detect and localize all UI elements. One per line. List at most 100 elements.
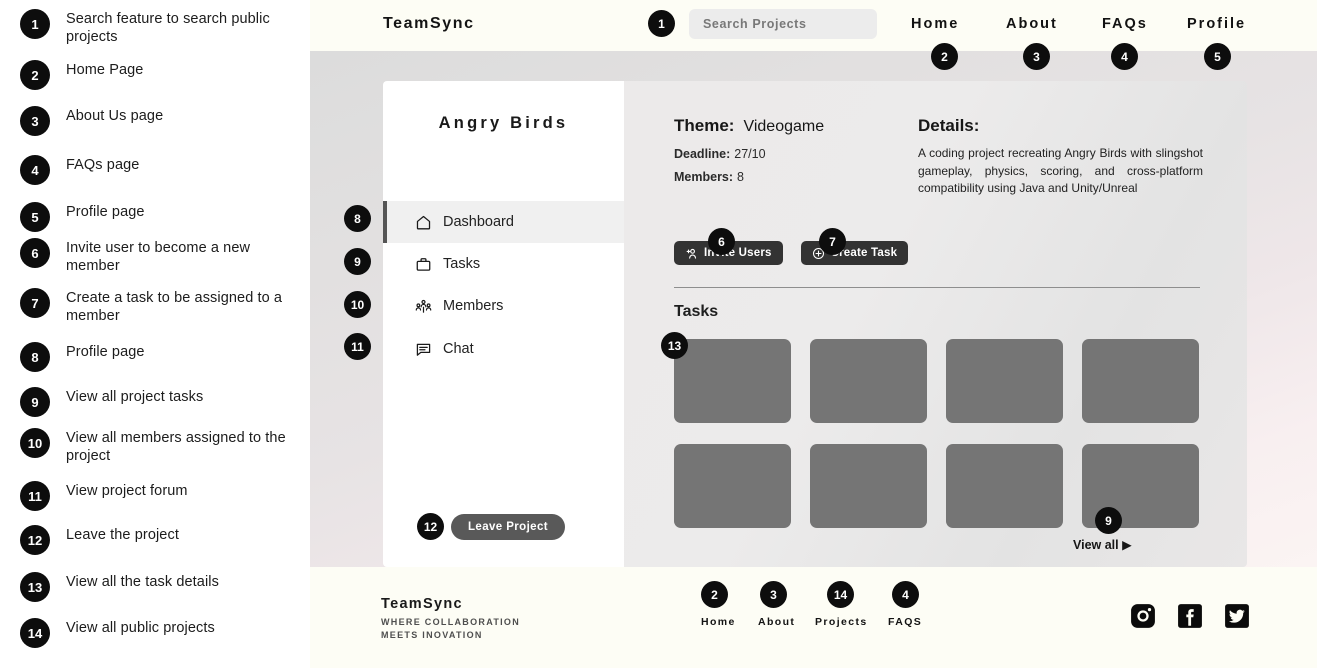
legend-badge-6: 6 bbox=[20, 238, 50, 268]
callout-badge-4: 4 bbox=[1111, 43, 1138, 70]
legend-badge-8: 8 bbox=[20, 342, 50, 372]
brand-logo[interactable]: TeamSync bbox=[383, 15, 475, 33]
footer-link-projects[interactable]: Projects bbox=[815, 616, 868, 628]
create-task-button[interactable]: Create Task bbox=[800, 241, 909, 265]
instagram-icon[interactable] bbox=[1130, 603, 1156, 629]
mockup-root: 1 Search feature to search public project… bbox=[0, 0, 1317, 668]
sidebar-item-chat[interactable]: Chat bbox=[383, 328, 624, 370]
legend-item-7: 7 Create a task to be assigned to a membe… bbox=[20, 288, 310, 325]
annotation-legend: 1 Search feature to search public project… bbox=[0, 0, 310, 668]
top-navigation-bar: TeamSync Home About FAQs Profile bbox=[310, 0, 1317, 51]
legend-item-4: 4 FAQs page bbox=[20, 155, 310, 185]
legend-badge-2: 2 bbox=[20, 60, 50, 90]
callout-badge-3f: 3 bbox=[760, 581, 787, 608]
legend-badge-9: 9 bbox=[20, 387, 50, 417]
legend-label: View all members assigned to the project bbox=[66, 430, 286, 464]
legend-badge-7: 7 bbox=[20, 288, 50, 318]
legend-badge-1: 1 bbox=[20, 9, 50, 39]
person-plus-icon bbox=[685, 247, 698, 260]
tasks-heading: Tasks bbox=[674, 303, 719, 320]
project-sidebar: Angry Birds Leave Project Dashboard Tasks… bbox=[383, 81, 624, 567]
footer-link-about[interactable]: About bbox=[758, 616, 795, 628]
theme-value: Videogame bbox=[743, 118, 825, 135]
callout-badge-9b: 9 bbox=[1095, 507, 1122, 534]
task-card[interactable] bbox=[810, 444, 927, 528]
callout-badge-13: 13 bbox=[661, 332, 688, 359]
project-main: Theme: Videogame Deadline: 27/10 Members: 8… bbox=[624, 81, 1247, 567]
task-card[interactable] bbox=[946, 444, 1063, 528]
legend-item-14: 14 View all public projects bbox=[20, 618, 310, 648]
legend-badge-4: 4 bbox=[20, 155, 50, 185]
legend-item-10: 10 View all members assigned to the proje… bbox=[20, 428, 310, 465]
callout-badge-10: 10 bbox=[344, 291, 371, 318]
legend-label: Leave the project bbox=[66, 527, 179, 543]
callout-badge-2: 2 bbox=[931, 43, 958, 70]
callout-badge-3: 3 bbox=[1023, 43, 1050, 70]
sidebar-item-members[interactable]: Members bbox=[383, 285, 624, 327]
leave-project-button[interactable]: Leave Project bbox=[451, 514, 565, 540]
deadline-value: 27/10 bbox=[734, 147, 766, 161]
legend-badge-5: 5 bbox=[20, 202, 50, 232]
nav-link-home[interactable]: Home bbox=[911, 16, 959, 32]
details-label: Details: bbox=[918, 116, 980, 135]
footer-link-faqs[interactable]: FAQS bbox=[888, 616, 922, 628]
legend-item-3: 3 About Us page bbox=[20, 106, 310, 136]
members-value: 8 bbox=[737, 170, 744, 184]
task-card[interactable] bbox=[946, 339, 1063, 423]
details-block: Details: A coding project recreating Ang… bbox=[918, 116, 1203, 198]
view-all-tasks-link[interactable]: View all ▶ bbox=[1073, 537, 1132, 552]
legend-item-1: 1 Search feature to search public project… bbox=[20, 9, 310, 46]
nav-link-about[interactable]: About bbox=[1006, 16, 1058, 32]
footer-link-home[interactable]: Home bbox=[701, 616, 736, 628]
callout-badge-8: 8 bbox=[344, 205, 371, 232]
legend-item-9: 9 View all project tasks bbox=[20, 387, 310, 417]
legend-label: View all project tasks bbox=[66, 389, 204, 405]
legend-label: View all the task details bbox=[66, 574, 219, 590]
twitter-icon[interactable] bbox=[1224, 603, 1250, 629]
task-card-grid bbox=[674, 339, 1199, 528]
callout-badge-11: 11 bbox=[344, 333, 371, 360]
footer-tagline: WHERE COLLABORATION MEETS INOVATION bbox=[381, 616, 520, 642]
legend-badge-14: 14 bbox=[20, 618, 50, 648]
callout-badge-5: 5 bbox=[1204, 43, 1231, 70]
facebook-icon[interactable] bbox=[1177, 603, 1203, 629]
legend-label: FAQs page bbox=[66, 157, 140, 173]
nav-link-faqs[interactable]: FAQs bbox=[1102, 16, 1148, 32]
sidebar-item-dashboard[interactable]: Dashboard bbox=[383, 201, 624, 243]
project-title: Angry Birds bbox=[438, 114, 569, 132]
footer-tagline-line: WHERE COLLABORATION bbox=[381, 617, 521, 627]
legend-label: Home Page bbox=[66, 62, 144, 78]
sidebar-item-label: Chat bbox=[443, 341, 474, 357]
task-card[interactable] bbox=[674, 444, 791, 528]
sidebar-item-tasks[interactable]: Tasks bbox=[383, 243, 624, 285]
callout-badge-14f: 14 bbox=[827, 581, 854, 608]
legend-item-12: 12 Leave the project bbox=[20, 525, 310, 555]
callout-badge-1: 1 bbox=[648, 10, 675, 37]
theme-label: Theme: bbox=[674, 116, 735, 135]
callout-badge-12: 12 bbox=[417, 513, 444, 540]
sidebar-item-label: Members bbox=[443, 298, 504, 314]
callout-badge-7: 7 bbox=[819, 228, 846, 255]
legend-badge-11: 11 bbox=[20, 481, 50, 511]
people-icon bbox=[415, 298, 432, 315]
legend-item-5: 5 Profile page bbox=[20, 202, 310, 232]
nav-link-profile[interactable]: Profile bbox=[1187, 16, 1246, 32]
sidebar-item-label: Dashboard bbox=[443, 214, 514, 230]
task-card[interactable] bbox=[1082, 339, 1199, 423]
callout-badge-2f: 2 bbox=[701, 581, 728, 608]
footer: TeamSync WHERE COLLABORATION MEETS INOVAT… bbox=[310, 567, 1317, 668]
briefcase-icon bbox=[415, 256, 432, 273]
legend-label: Create a task to be assigned to a member bbox=[66, 290, 283, 324]
chat-icon bbox=[415, 341, 432, 358]
callout-badge-9: 9 bbox=[344, 248, 371, 275]
legend-label: Profile page bbox=[66, 344, 145, 360]
footer-brand: TeamSync bbox=[381, 596, 463, 612]
legend-badge-3: 3 bbox=[20, 106, 50, 136]
task-card[interactable] bbox=[810, 339, 927, 423]
legend-label: Search feature to search public projects bbox=[66, 11, 270, 45]
legend-item-8: 8 Profile page bbox=[20, 342, 310, 372]
search-input[interactable] bbox=[689, 9, 877, 39]
callout-badge-6: 6 bbox=[708, 228, 735, 255]
task-card[interactable] bbox=[674, 339, 791, 423]
legend-item-2: 2 Home Page bbox=[20, 60, 310, 90]
